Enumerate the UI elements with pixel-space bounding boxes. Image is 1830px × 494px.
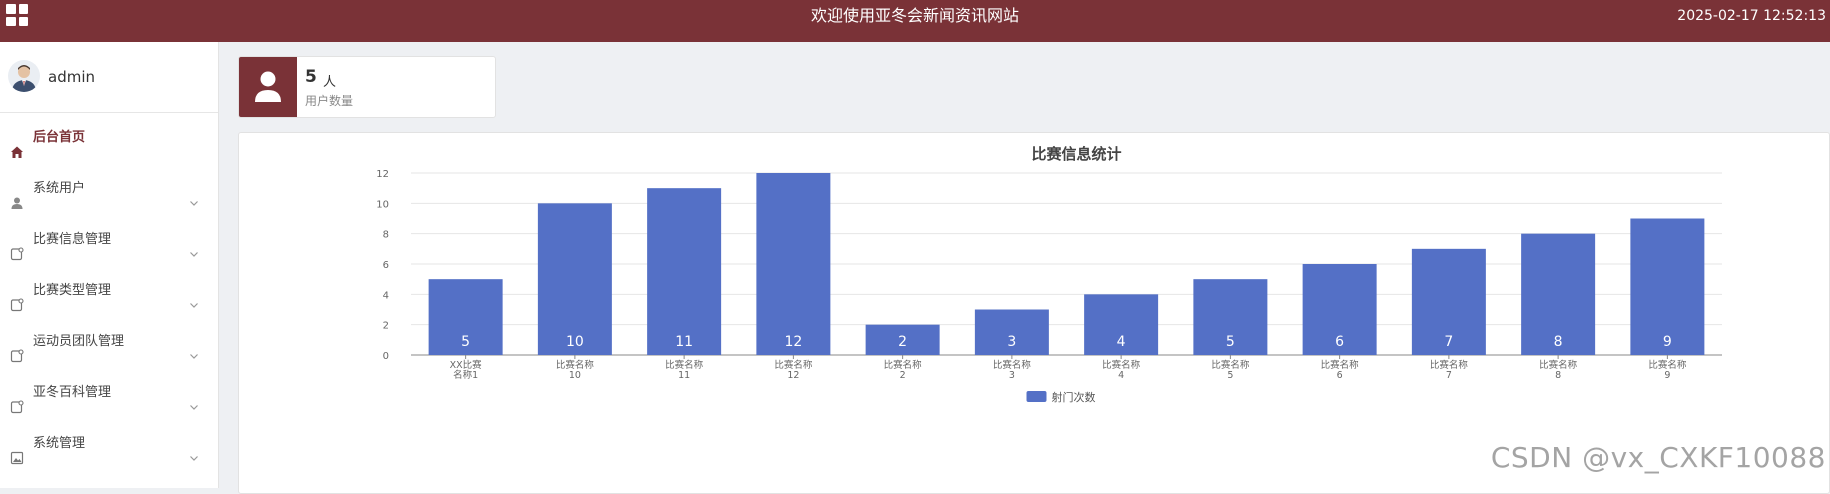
user-icon — [255, 71, 281, 102]
x-tick-label: 5 — [1227, 370, 1233, 381]
bar-value-label: 10 — [566, 334, 584, 350]
bar-value-label: 6 — [1335, 334, 1344, 350]
y-tick-label: 0 — [383, 351, 389, 362]
user-panel: admin — [0, 42, 218, 113]
sidebar-item-label: 比赛类型管理 — [33, 283, 112, 298]
x-tick-label: 10 — [569, 370, 581, 381]
x-tick-label: 3 — [1009, 370, 1015, 381]
y-tick-label: 10 — [376, 199, 389, 210]
watermark: CSDN @vx_CXKF10088 — [1490, 441, 1826, 474]
doc-icon — [10, 284, 24, 312]
bar-value-label: 2 — [898, 334, 907, 350]
legend-label: 射门次数 — [1052, 390, 1096, 404]
datetime: 2025-02-17 12:52:13 — [1677, 8, 1826, 24]
sidebar-item-label: 亚冬百科管理 — [33, 385, 112, 400]
doc-icon — [10, 233, 24, 261]
sidebar-item-label: 后台首页 — [33, 130, 86, 145]
user-count-card: 5 人 用户数量 — [238, 56, 496, 118]
user-count-label: 用户数量 — [305, 94, 354, 108]
bar-value-label: 5 — [461, 334, 470, 350]
bar — [756, 173, 831, 355]
sidebar-item-2[interactable]: 比赛信息管理 — [0, 215, 218, 266]
y-tick-label: 12 — [376, 169, 389, 180]
y-tick-label: 6 — [383, 260, 389, 271]
bar-value-label: 7 — [1444, 334, 1453, 350]
bar-value-label: 9 — [1663, 334, 1672, 350]
chevron-down-icon[interactable] — [188, 385, 200, 410]
bar — [647, 188, 722, 355]
x-tick-label: 7 — [1446, 370, 1452, 381]
chevron-down-icon[interactable] — [188, 283, 200, 308]
x-tick-label: 11 — [678, 370, 690, 381]
sidebar-item-4[interactable]: 运动员团队管理 — [0, 317, 218, 368]
sidebar-item-label: 运动员团队管理 — [33, 334, 125, 349]
x-tick-label: 2 — [900, 370, 906, 381]
bar — [537, 203, 612, 355]
legend-swatch — [1026, 391, 1047, 402]
avatar[interactable] — [8, 60, 40, 92]
chevron-down-icon[interactable] — [188, 334, 200, 359]
sidebar-item-3[interactable]: 比赛类型管理 — [0, 266, 218, 317]
image-icon — [10, 437, 24, 465]
doc-icon — [10, 335, 24, 363]
sidebar-item-0[interactable]: 后台首页 — [0, 113, 218, 164]
x-tick-label: 6 — [1337, 370, 1343, 381]
sidebar-item-label: 比赛信息管理 — [33, 232, 112, 247]
sidebar-item-5[interactable]: 亚冬百科管理 — [0, 368, 218, 419]
bar-value-label: 5 — [1226, 334, 1235, 350]
user-count-unit: 人 — [323, 75, 337, 90]
bar-value-label: 4 — [1117, 334, 1126, 350]
y-tick-label: 8 — [383, 230, 389, 241]
doc-icon — [10, 386, 24, 414]
match-stats-chart: 比赛信息统计0246810125XX比赛名称110比赛名称1011比赛名称111… — [376, 145, 1722, 404]
x-tick-label: 名称1 — [453, 369, 478, 381]
site-title: 欢迎使用亚冬会新闻资讯网站 — [810, 6, 1019, 25]
y-tick-label: 4 — [383, 290, 389, 301]
user-count-icon-box — [239, 57, 297, 117]
bar-value-label: 8 — [1554, 334, 1563, 350]
user-count-value: 5 — [305, 67, 317, 87]
bar-value-label: 12 — [784, 334, 802, 350]
chevron-down-icon[interactable] — [188, 436, 200, 461]
x-tick-label: 8 — [1555, 370, 1561, 381]
x-tick-label: 12 — [787, 370, 799, 381]
bar-value-label: 11 — [675, 334, 693, 350]
sidebar-nav: 后台首页系统用户比赛信息管理 比赛类型管理 运动员团队管理 亚冬百科管理 系统管理 — [0, 113, 218, 470]
sidebar-item-label: 系统管理 — [33, 436, 86, 451]
username: admin — [48, 68, 95, 86]
y-tick-label: 2 — [383, 321, 389, 332]
sidebar: admin 后台首页系统用户比赛信息管理 比赛类型管理 运动员团队管理 亚冬百科管理系… — [0, 42, 219, 488]
chart-title: 比赛信息统计 — [1031, 145, 1121, 163]
chevron-down-icon[interactable] — [188, 181, 200, 206]
x-tick-label: 9 — [1664, 370, 1670, 381]
sidebar-item-6[interactable]: 系统管理 — [0, 419, 218, 470]
top-bar: 欢迎使用亚冬会新闻资讯网站 2025-02-17 12:52:13 — [0, 0, 1830, 42]
sidebar-item-label: 系统用户 — [33, 181, 86, 196]
home-icon — [10, 131, 24, 158]
chart-panel: 比赛信息统计 0 2 4 6 8 10 12 5 XX比赛 名称1 10 比赛名称 10 11 比赛名称 11 1… — [238, 132, 1830, 494]
sidebar-item-1[interactable]: 系统用户 — [0, 164, 218, 215]
user-icon — [10, 182, 24, 209]
x-tick-label: 4 — [1118, 370, 1124, 381]
chevron-down-icon[interactable] — [188, 232, 200, 257]
bar-value-label: 3 — [1007, 334, 1016, 350]
